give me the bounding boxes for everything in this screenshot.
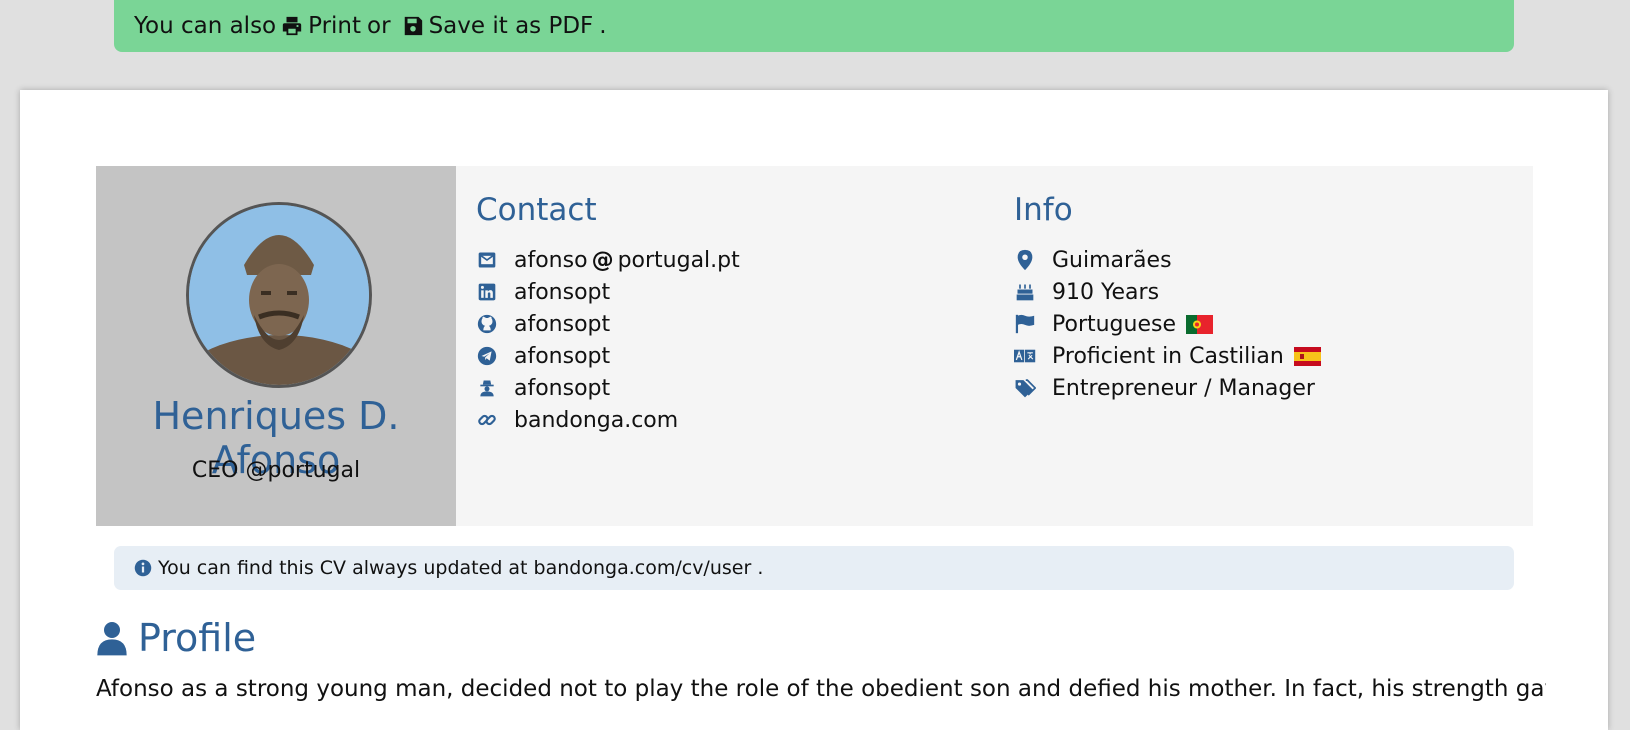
info-section: Info Guimarães 910 Years Portuguese Prof…: [1014, 190, 1514, 404]
user-secret-icon: [476, 377, 498, 399]
contact-email-row[interactable]: afonso @ portugal.pt: [476, 244, 976, 276]
flag-icon: [1014, 313, 1036, 335]
user-icon: [96, 620, 128, 656]
envelope-icon: [476, 249, 498, 271]
banner-prefix: You can also: [134, 13, 277, 39]
contact-telegram-row[interactable]: afonsopt: [476, 340, 976, 372]
location-value: Guimarães: [1052, 247, 1172, 273]
contact-website-row[interactable]: bandonga.com: [476, 404, 976, 436]
website-link[interactable]: bandonga.com: [514, 408, 678, 433]
profile-title: Profile: [138, 616, 257, 660]
other-handle: afonsopt: [514, 375, 611, 401]
print-icon[interactable]: [281, 15, 303, 37]
banner-or: or: [367, 13, 391, 39]
telegram-icon: [476, 345, 498, 367]
profile-text: Afonso as a strong young man, decided no…: [96, 676, 1546, 702]
link-icon: [476, 409, 498, 431]
email-user: afonso: [514, 247, 588, 273]
portugal-flag-icon: [1186, 314, 1213, 334]
nationality-value: Portuguese: [1052, 311, 1176, 337]
info-occupation-row: Entrepreneur / Manager: [1014, 372, 1514, 404]
info-location-row: Guimarães: [1014, 244, 1514, 276]
map-marker-icon: [1014, 249, 1036, 271]
photo-panel: Henriques D. Afonso CEO @portugal: [96, 166, 456, 526]
linkedin-handle: afonsopt: [514, 279, 611, 305]
notice-text: You can find this CV always updated at b…: [158, 557, 764, 579]
info-title: Info: [1014, 192, 1073, 228]
github-handle: afonsopt: [514, 311, 611, 337]
contact-linkedin-row[interactable]: afonsopt: [476, 276, 976, 308]
statue-portrait-image: [189, 205, 369, 385]
birthday-cake-icon: [1014, 281, 1036, 303]
language-value: Proficient in Castilian: [1052, 343, 1284, 369]
at-icon: @: [591, 247, 614, 273]
print-link[interactable]: Print: [308, 13, 361, 39]
cv-sheet: Henriques D. Afonso CEO @portugal Contac…: [20, 90, 1608, 730]
age-value: 910 Years: [1052, 279, 1160, 305]
email-domain: portugal.pt: [617, 247, 740, 273]
avatar: [186, 202, 372, 388]
info-nationality-row: Portuguese: [1014, 308, 1514, 340]
occupation-value: Entrepreneur / Manager: [1052, 375, 1315, 401]
person-role: CEO @portugal: [191, 458, 361, 483]
language-icon: [1014, 345, 1036, 367]
save-pdf-link[interactable]: Save it as PDF: [429, 13, 594, 39]
export-banner: You can also Print or Save it as PDF .: [114, 0, 1514, 52]
profile-heading: Profile: [96, 610, 256, 666]
info-age-row: 910 Years: [1014, 276, 1514, 308]
contact-github-row[interactable]: afonsopt: [476, 308, 976, 340]
cv-update-notice: You can find this CV always updated at b…: [114, 546, 1514, 590]
contact-title: Contact: [476, 192, 597, 228]
contact-section: Contact afonso @ portugal.pt afonsopt af…: [476, 190, 976, 436]
linkedin-icon: [476, 281, 498, 303]
save-icon[interactable]: [402, 15, 424, 37]
info-circle-icon: [134, 559, 152, 577]
telegram-handle: afonsopt: [514, 343, 611, 369]
tags-icon: [1014, 377, 1036, 399]
info-language-row: Proficient in Castilian: [1014, 340, 1514, 372]
cv-header: Henriques D. Afonso CEO @portugal Contac…: [96, 166, 1533, 526]
spain-flag-icon: [1293, 346, 1321, 366]
banner-suffix: .: [599, 13, 607, 39]
github-icon: [476, 313, 498, 335]
contact-other-row[interactable]: afonsopt: [476, 372, 976, 404]
